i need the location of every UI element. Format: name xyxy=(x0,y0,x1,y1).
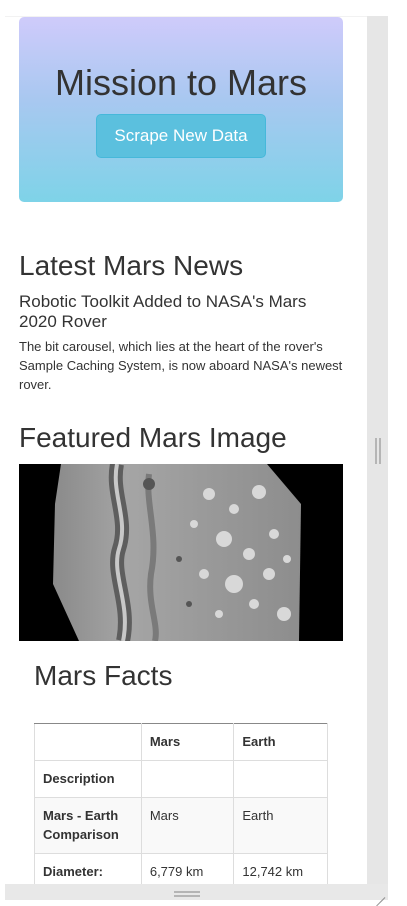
table-header-row: Mars Earth xyxy=(34,723,328,761)
mars-terrain-image xyxy=(19,464,343,641)
table-header-cell: Earth xyxy=(233,723,328,761)
news-headline: Robotic Toolkit Added to NASA's Mars 202… xyxy=(19,292,307,331)
news-teaser: The bit carousel, which lies at the hear… xyxy=(19,339,343,392)
table-cell xyxy=(233,760,328,798)
table-row: Mars - Earth Comparison Mars Earth xyxy=(34,797,328,854)
table-cell xyxy=(140,760,235,798)
table-row: Diameter: 6,779 km 12,742 km xyxy=(34,853,328,884)
vertical-resize-handle[interactable] xyxy=(375,438,381,464)
table-cell: Mars xyxy=(140,797,235,854)
table-cell: 12,742 km xyxy=(233,853,328,884)
latest-news-heading: Latest Mars News xyxy=(19,250,244,281)
table-header-cell xyxy=(34,723,142,761)
page-viewport: Mission to Mars Scrape New Data Latest M… xyxy=(5,16,367,884)
row-label: Description xyxy=(34,760,142,798)
featured-mars-image[interactable] xyxy=(19,464,343,641)
featured-image-heading: Featured Mars Image xyxy=(19,422,287,453)
row-label: Mars - Earth Comparison xyxy=(34,797,142,854)
table-cell: Earth xyxy=(233,797,328,854)
mars-facts-heading: Mars Facts xyxy=(34,660,173,691)
corner-resize-icon[interactable] xyxy=(371,886,386,906)
page-title: Mission to Mars xyxy=(54,62,308,103)
scrape-new-data-button[interactable]: Scrape New Data xyxy=(96,114,266,158)
horizontal-resize-handle[interactable] xyxy=(174,891,200,897)
mars-facts-table: Mars Earth Description Mars - Earth Comp… xyxy=(34,723,328,884)
table-row: Description xyxy=(34,760,328,798)
row-label: Diameter: xyxy=(34,853,142,884)
table-header-cell: Mars xyxy=(140,723,235,761)
jumbotron-header: Mission to Mars Scrape New Data xyxy=(19,17,343,202)
table-cell: 6,779 km xyxy=(140,853,235,884)
